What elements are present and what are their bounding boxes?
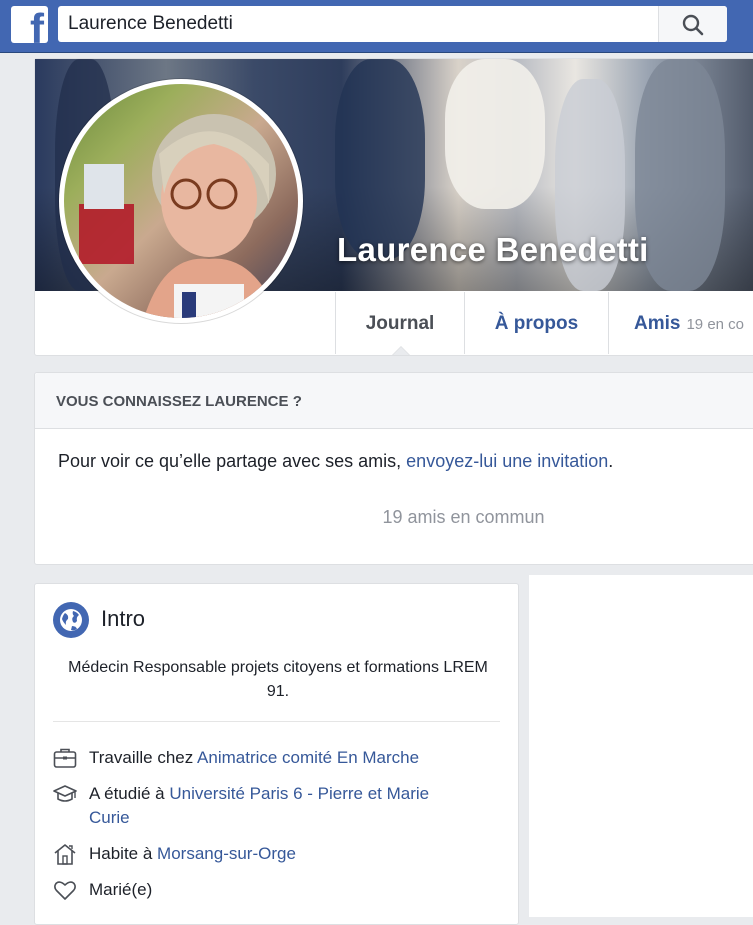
search-button[interactable] <box>658 6 727 42</box>
tab-apropos[interactable]: À propos <box>465 292 609 354</box>
tab-amis-label: Amis <box>634 313 681 334</box>
know-message: Pour voir ce qu’elle partage avec ses am… <box>58 451 613 472</box>
facebook-logo-icon[interactable]: f <box>11 6 48 43</box>
know-title: VOUS CONNAISSEZ LAURENCE ? <box>56 393 302 410</box>
intro-title: Intro <box>101 606 146 631</box>
graduation-cap-icon <box>53 785 77 802</box>
search-value[interactable]: Laurence Benedetti <box>68 6 233 42</box>
home-icon <box>54 844 76 865</box>
mutual-friends-link[interactable]: 19 amis en commun <box>35 507 753 528</box>
top-bar: f Laurence Benedetti <box>0 0 753 53</box>
send-invitation-link[interactable]: envoyez-lui une invitation <box>406 451 608 471</box>
timeline-panel <box>529 575 753 917</box>
location-prefix: Habite à <box>89 844 158 863</box>
active-tab-indicator <box>392 346 410 355</box>
profile-tabs: Journal À propos Amis 19 en co <box>335 292 744 355</box>
divider <box>53 721 500 722</box>
know-text-after: . <box>608 451 614 471</box>
intro-bio: Médecin Responsable projets citoyens et … <box>68 659 488 700</box>
profile-name: Laurence Benedetti <box>337 231 649 268</box>
profile-header-card: Laurence Benedetti Journal À propos Amis… <box>34 58 753 356</box>
relationship-status: Marié(e) <box>89 880 153 899</box>
know-header: VOUS CONNAISSEZ LAURENCE ? <box>35 373 753 429</box>
workplace-link[interactable]: Animatrice comité En Marche <box>197 748 419 767</box>
friends-count: 19 en co <box>686 316 745 333</box>
search-input[interactable]: Laurence Benedetti <box>58 6 727 42</box>
city-link[interactable]: Morsang-sur-Orge <box>157 844 296 863</box>
education-prefix: A étudié à <box>89 784 170 803</box>
tab-journal[interactable]: Journal <box>336 292 465 354</box>
search-icon <box>682 14 704 36</box>
briefcase-icon <box>53 748 77 768</box>
avatar <box>64 84 298 318</box>
globe-icon <box>53 602 89 638</box>
intro-card: Intro Médecin Responsable projets citoye… <box>34 583 519 925</box>
work-prefix: Travaille chez <box>89 748 198 767</box>
tab-amis[interactable]: Amis 19 en co <box>609 292 753 354</box>
profile-photo-image <box>79 114 279 318</box>
know-person-card: VOUS CONNAISSEZ LAURENCE ? Pour voir ce … <box>34 372 753 565</box>
heart-icon <box>54 881 76 900</box>
know-text-before: Pour voir ce qu’elle partage avec ses am… <box>58 451 407 471</box>
profile-picture[interactable] <box>59 79 303 323</box>
